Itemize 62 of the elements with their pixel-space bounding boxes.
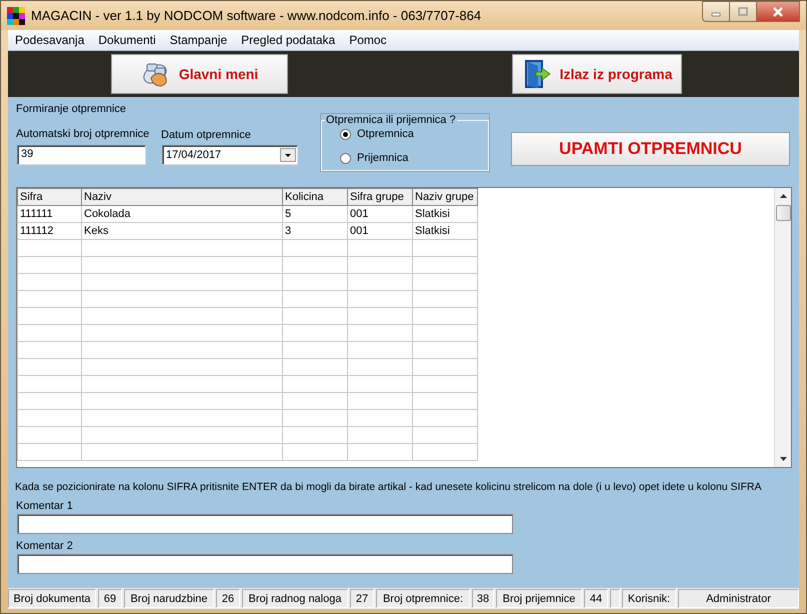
window-title: MAGACIN - ver 1.1 by NODCOM software - www.nodcom.info - 063/7707-864 [31,8,482,23]
menu-item[interactable]: Stampanje [170,33,228,47]
comment-field[interactable] [17,554,513,574]
column-header[interactable]: Naziv grupe [412,188,478,206]
menu-item[interactable]: Podesavanja [15,33,84,47]
field-label: Datum otpremnice [161,129,251,141]
status-label: Broj otpremnice: [376,589,470,608]
status-value: Administrator [678,589,799,608]
close-icon [772,6,784,16]
column-header[interactable]: Naziv [82,188,282,206]
table-cell: Keks [82,222,282,240]
section-heading: Formiranje otpremnice [16,103,126,115]
menu-item[interactable]: Pregled podataka [241,33,336,47]
scroll-up-icon [780,194,786,198]
field-label: Komentar 1 [16,500,74,512]
minimize-button[interactable] [702,1,729,22]
caret-icon [284,152,292,158]
radio-button[interactable] [340,128,351,140]
scroll-down-icon [780,457,786,461]
table-cell: 5 [282,206,348,222]
menu-item[interactable]: Pomoc [349,33,387,47]
menu-item[interactable]: Dokumenti [98,33,156,47]
scroll-thumb[interactable] [776,205,790,221]
table-cell: 001 [348,206,412,222]
table-cell: 111112 [18,222,82,240]
exit-button[interactable]: Izlaz iz programa [512,54,682,94]
comment-field[interactable] [17,514,513,534]
date-dropdown[interactable]: 17/04/2017 [162,145,298,165]
main-menu-button[interactable]: Glavni meni [111,54,288,94]
status-value: 69 [98,589,122,608]
table-cell: 3 [282,222,348,240]
radio-label: Otpremnica [357,128,414,140]
status-label: Broj narudzbine [124,589,214,608]
number-field[interactable]: 39 [17,145,146,165]
status-panel [610,589,620,608]
status-value: 27 [350,589,374,608]
field-label: Komentar 2 [16,540,74,552]
table-cell: Slatkisi [412,222,478,240]
save-button[interactable]: UPAMTI OTPREMNICU [511,132,790,166]
radio-label: Prijemnica [357,152,408,164]
radio-button[interactable] [340,152,351,164]
status-value: 44 [584,589,608,608]
column-header[interactable]: Sifra grupe [348,188,412,206]
group-title: Otpremnica ili prijemnica ? [325,114,457,126]
hint-text: Kada se pozicionirate na kolonu SIFRA pritisnite ENTER da bi mogli da birate artikal - kad unesete kolicinu strelicom na dole (i u levo) opet idete u kolonu SIFRA [15,480,762,494]
status-label: Broj prijemnice [496,589,582,608]
field-label: Automatski broj otpremnice [16,128,150,140]
app-icon [7,6,25,24]
column-header[interactable]: Kolicina [282,188,348,206]
status-label: Broj dokumenta [8,589,96,608]
table-cell: Slatkisi [412,206,478,222]
status-value: 26 [216,589,240,608]
table-cell: 001 [348,222,412,240]
status-value: 38 [472,589,494,608]
maximize-button[interactable] [729,1,756,22]
table-cell: 111111 [18,206,82,222]
table-cell: Cokolada [82,206,282,222]
maximize-icon [737,6,749,16]
status-label: Korisnik: [622,589,676,608]
close-button[interactable] [756,1,800,22]
column-header[interactable]: Sifra [18,188,82,206]
status-label: Broj radnog naloga [242,589,348,608]
